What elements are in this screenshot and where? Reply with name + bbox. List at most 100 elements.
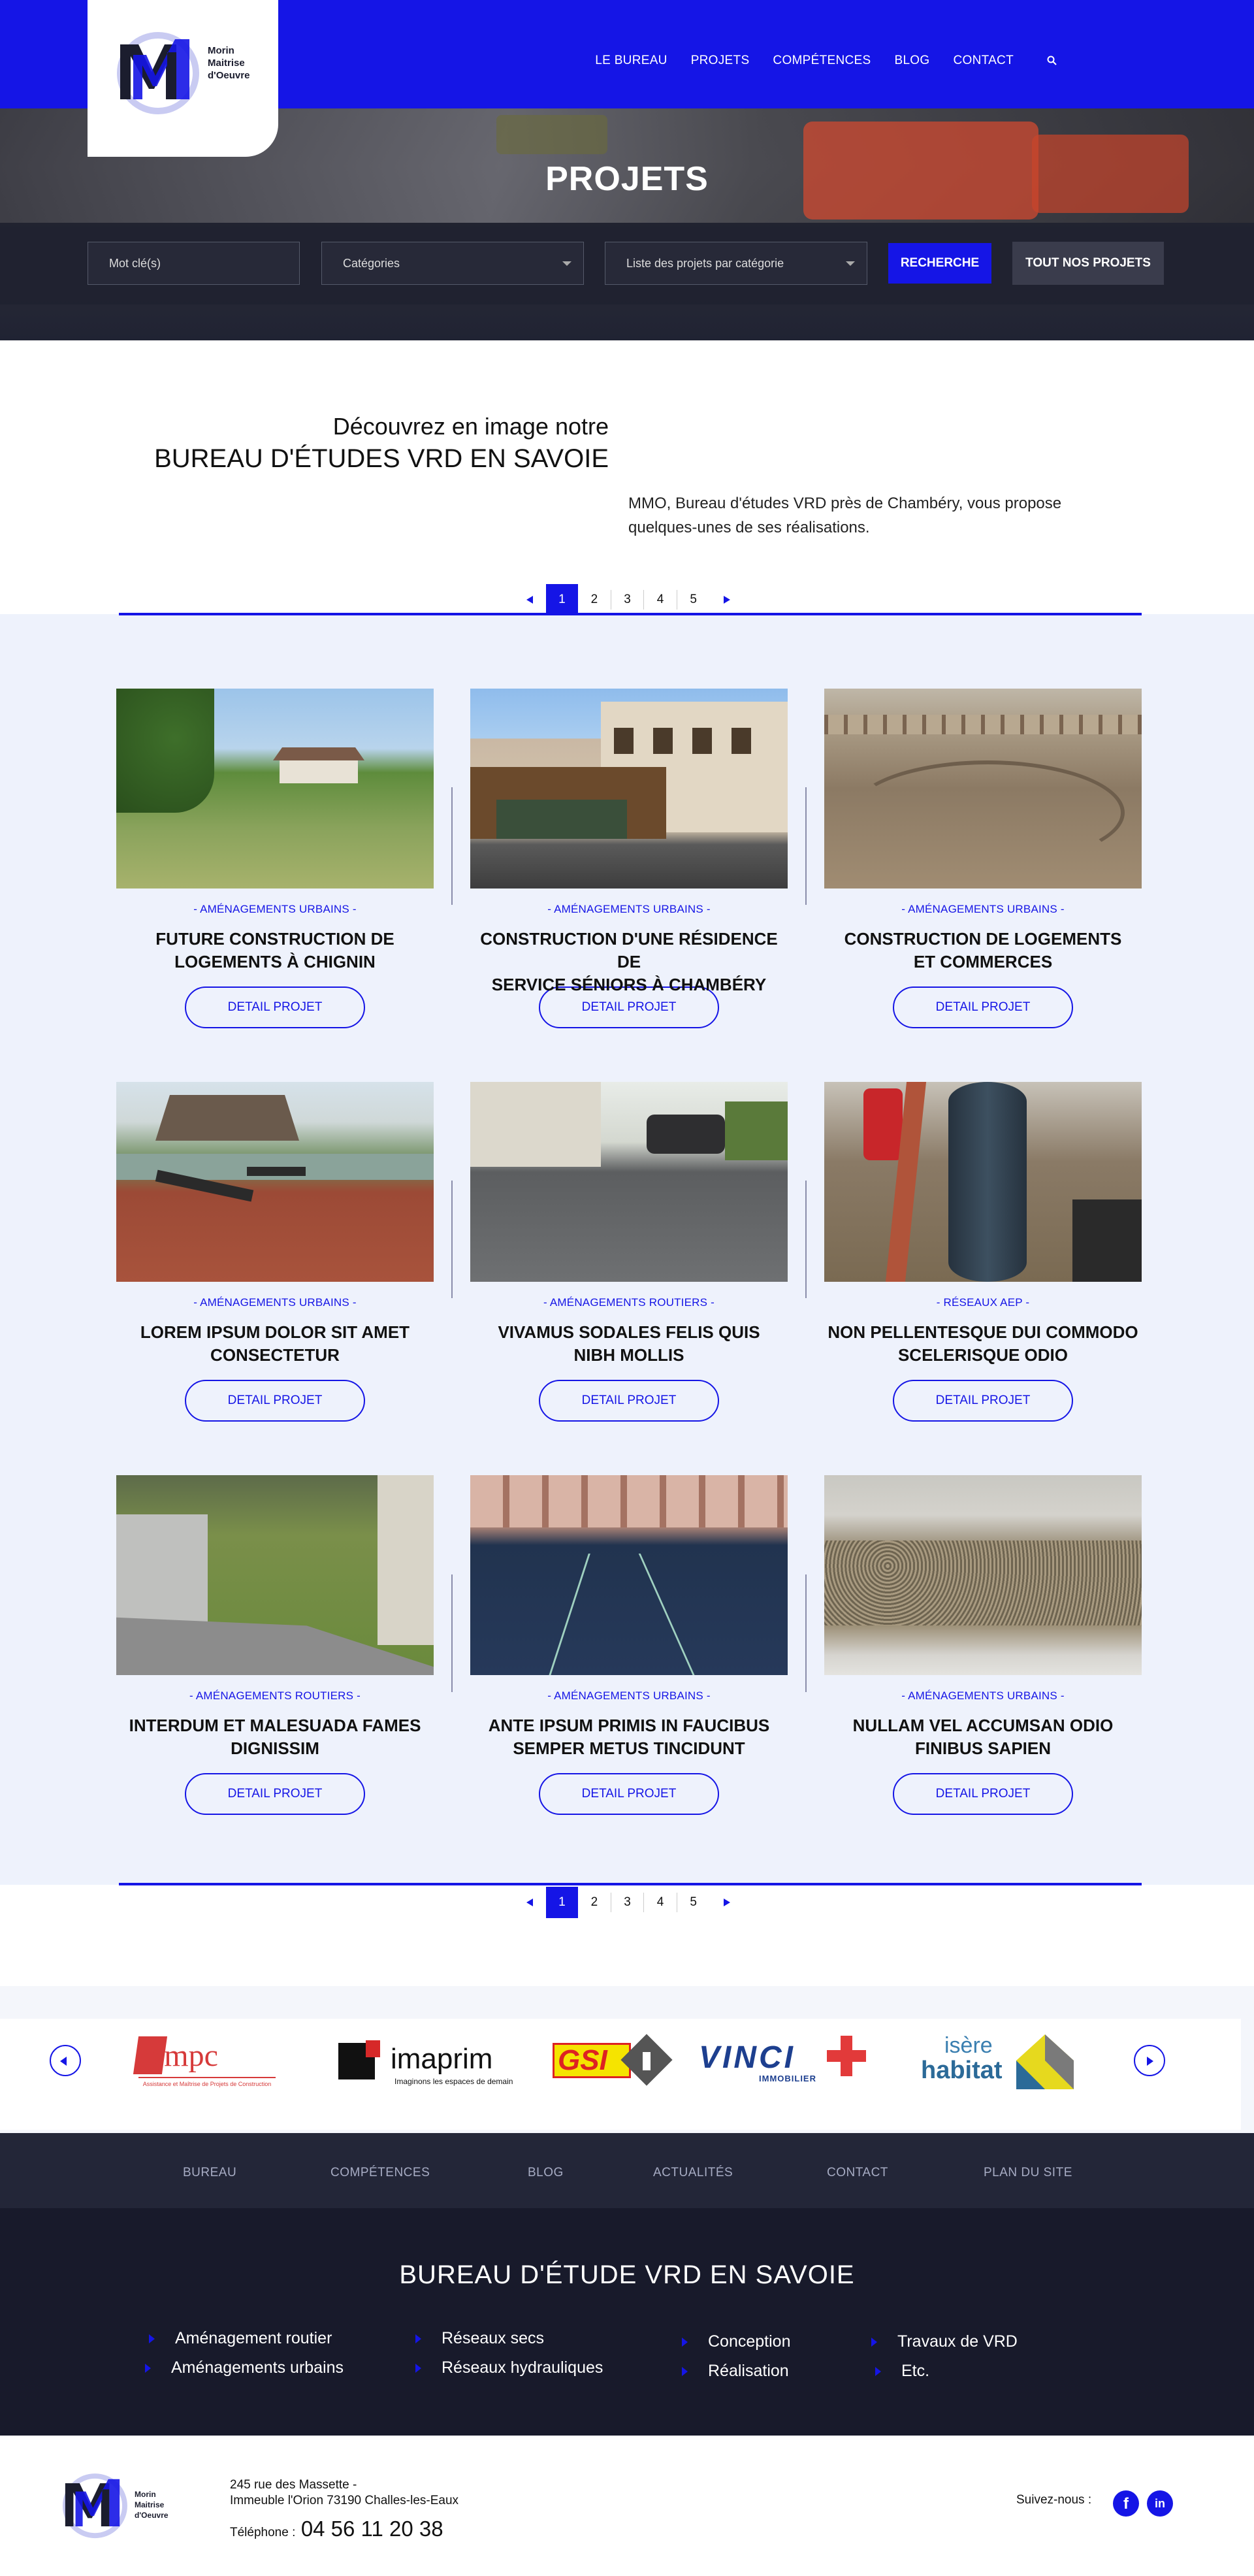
residence-building-photo[interactable] (470, 689, 788, 889)
project-title-line-1: NON PELLENTESQUE DUI COMMODO (828, 1322, 1138, 1342)
footer-main: BUREAU D'ÉTUDE VRD EN SAVOIE Aménagement… (0, 2208, 1254, 2436)
nav-projets[interactable]: PROJETS (691, 54, 750, 68)
footer-link-actualites[interactable]: ACTUALITÉS (653, 2166, 733, 2180)
linkedin-icon[interactable]: in (1147, 2490, 1173, 2517)
pipe-trench-photo[interactable] (824, 1082, 1142, 1282)
keyword-input[interactable]: Mot clé(s) (88, 242, 300, 285)
project-card: - AMÉNAGEMENTS URBAINS - CONSTRUCTION D'… (470, 689, 788, 1028)
page-4[interactable]: 4 (644, 584, 677, 615)
pathway-photo[interactable] (116, 1475, 434, 1675)
footer-item-label: Conception (708, 2332, 791, 2351)
project-title[interactable]: LOREM IPSUM DOLOR SIT AMET CONSECTETUR (116, 1321, 434, 1367)
project-title[interactable]: NON PELLENTESQUE DUI COMMODO SCELERISQUE… (824, 1321, 1142, 1367)
logo-line-1: Morin (135, 2490, 156, 2499)
partner-logo-vinci[interactable]: VINCI IMMOBILIER (696, 2029, 879, 2091)
project-card: - AMÉNAGEMENTS URBAINS - FUTURE CONSTRUC… (116, 689, 434, 1028)
project-list-select[interactable]: Liste des projets par catégorie (605, 242, 867, 285)
logo[interactable]: Morin Maitrise d'Oeuvre (88, 0, 278, 157)
project-category[interactable]: - AMÉNAGEMENTS URBAINS - (470, 903, 788, 916)
page-4[interactable]: 4 (644, 1887, 677, 1918)
project-title-line-2: FINIBUS SAPIEN (914, 1738, 1052, 1758)
partner-cmpc-tagline: Assistance et Maîtrise de Projets de Con… (142, 2081, 272, 2087)
page-3[interactable]: 3 (611, 1887, 644, 1918)
carousel-next-button[interactable] (1134, 2045, 1165, 2076)
footer-link-competences[interactable]: COMPÉTENCES (330, 2166, 430, 2180)
project-title-line-1: NULLAM VEL ACCUMSAN ODIO (852, 1716, 1114, 1735)
park-bench-photo[interactable] (116, 1082, 434, 1282)
detail-project-button[interactable]: DETAIL PROJET (539, 1773, 719, 1815)
grass-field-photo[interactable] (116, 689, 434, 889)
project-title[interactable]: FUTURE CONSTRUCTION DE LOGEMENTS À CHIGN… (116, 928, 434, 973)
nav-contact[interactable]: CONTACT (953, 54, 1014, 68)
page-1[interactable]: 1 (545, 584, 579, 615)
footer-link-contact[interactable]: CONTACT (827, 2166, 888, 2180)
footer-logo-icon[interactable] (60, 2467, 132, 2543)
page-3[interactable]: 3 (611, 584, 644, 615)
detail-project-button[interactable]: DETAIL PROJET (539, 1380, 719, 1422)
gravel-photo[interactable] (824, 1475, 1142, 1675)
footer-item-label: Réseaux hydrauliques (442, 2358, 603, 2377)
partner-logo-isere-habitat[interactable]: isère habitat (918, 2029, 1075, 2091)
project-title[interactable]: INTERDUM ET MALESUADA FAMES DIGNISSIM (116, 1714, 434, 1760)
partner-logo-cmpc[interactable]: cmpc Assistance et Maîtrise de Projets d… (132, 2029, 282, 2091)
logo-line-3: d'Oeuvre (208, 70, 250, 81)
project-category[interactable]: - AMÉNAGEMENTS URBAINS - (116, 1296, 434, 1309)
search-icon[interactable] (1046, 55, 1058, 67)
prev-page-icon[interactable] (513, 1887, 546, 1918)
project-title[interactable]: CONSTRUCTION D'UNE RÉSIDENCE DE SERVICE … (470, 928, 788, 994)
footer-link-bureau[interactable]: BUREAU (183, 2166, 236, 2180)
detail-project-button[interactable]: DETAIL PROJET (185, 1773, 365, 1815)
project-category[interactable]: - AMÉNAGEMENTS URBAINS - (824, 903, 1142, 916)
carousel-prev-button[interactable] (50, 2045, 81, 2076)
phone-number[interactable]: 04 56 11 20 38 (301, 2517, 443, 2541)
page-title: PROJETS (545, 160, 709, 198)
project-category[interactable]: - AMÉNAGEMENTS URBAINS - (116, 903, 434, 916)
footer-link-blog[interactable]: BLOG (528, 2166, 564, 2180)
nav-blog[interactable]: BLOG (894, 54, 929, 68)
footer-item-label: Etc. (901, 2362, 930, 2380)
page-5[interactable]: 5 (677, 584, 710, 615)
detail-project-button[interactable]: DETAIL PROJET (185, 986, 365, 1028)
project-category[interactable]: - AMÉNAGEMENTS ROUTIERS - (116, 1689, 434, 1703)
nav-competences[interactable]: COMPÉTENCES (773, 54, 871, 68)
footer-item: Conception (682, 2332, 791, 2351)
earthworks-photo[interactable] (824, 689, 1142, 889)
page-2[interactable]: 2 (578, 584, 611, 615)
partner-logo-gsi[interactable]: GSI (553, 2029, 673, 2091)
nav-le-bureau[interactable]: LE BUREAU (595, 54, 667, 68)
category-select-value: Catégories (343, 257, 400, 270)
blue-track-photo[interactable] (470, 1475, 788, 1675)
project-title[interactable]: VIVAMUS SODALES FELIS QUIS NIBH MOLLIS (470, 1321, 788, 1367)
detail-project-button[interactable]: DETAIL PROJET (893, 1380, 1073, 1422)
detail-project-button[interactable]: DETAIL PROJET (893, 1773, 1073, 1815)
page-1[interactable]: 1 (545, 1887, 579, 1918)
partner-logo-imaprim[interactable]: imaprim Imaginons les espaces de demain (337, 2029, 520, 2091)
partner-gsi-name: GSI (558, 2044, 607, 2076)
page-5[interactable]: 5 (677, 1887, 710, 1918)
project-title[interactable]: NULLAM VEL ACCUMSAN ODIO FINIBUS SAPIEN (824, 1714, 1142, 1760)
project-title-line-2: CONSECTETUR (210, 1345, 340, 1365)
page-2[interactable]: 2 (578, 1887, 611, 1918)
parking-lot-photo[interactable] (470, 1082, 788, 1282)
footer-item-label: Travaux de VRD (897, 2332, 1018, 2351)
project-category[interactable]: - AMÉNAGEMENTS ROUTIERS - (470, 1296, 788, 1309)
main-nav: LE BUREAU PROJETS COMPÉTENCES BLOG CONTA… (595, 54, 1058, 68)
project-category[interactable]: - RÉSEAUX AEP - (824, 1296, 1142, 1309)
next-page-icon[interactable] (709, 1887, 742, 1918)
next-page-icon[interactable] (709, 584, 742, 615)
facebook-icon[interactable]: f (1113, 2490, 1139, 2517)
project-title[interactable]: ANTE IPSUM PRIMIS IN FAUCIBUS SEMPER MET… (470, 1714, 788, 1760)
partner-isere-line-2: habitat (921, 2057, 1003, 2084)
prev-page-icon[interactable] (513, 584, 546, 615)
footer-link-plan-du-site[interactable]: PLAN DU SITE (984, 2166, 1072, 2180)
detail-project-button[interactable]: DETAIL PROJET (893, 986, 1073, 1028)
project-category[interactable]: - AMÉNAGEMENTS URBAINS - (824, 1689, 1142, 1703)
detail-project-button[interactable]: DETAIL PROJET (185, 1380, 365, 1422)
hero-roller (496, 115, 607, 154)
bullet-icon (871, 2338, 877, 2347)
project-category[interactable]: - AMÉNAGEMENTS URBAINS - (470, 1689, 788, 1703)
project-title[interactable]: CONSTRUCTION DE LOGEMENTS ET COMMERCES (824, 928, 1142, 973)
category-select[interactable]: Catégories (321, 242, 584, 285)
all-projects-button[interactable]: TOUT NOS PROJETS (1012, 242, 1164, 285)
search-button[interactable]: RECHERCHE (888, 243, 991, 284)
